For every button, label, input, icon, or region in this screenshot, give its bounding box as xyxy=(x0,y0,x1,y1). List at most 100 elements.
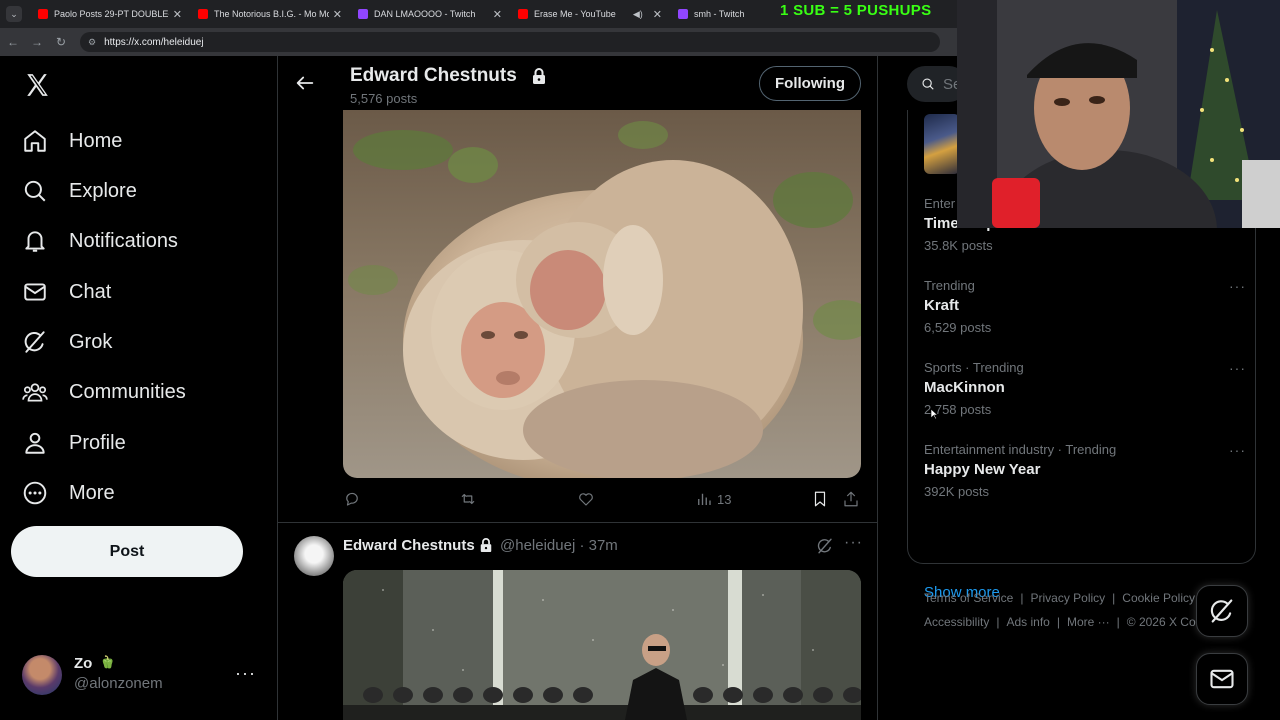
reload-icon[interactable]: ↻ xyxy=(50,35,72,49)
posts-count: 5,576 posts xyxy=(350,91,418,106)
browser-address-bar: ← → ↻ ⚙ https://x.com/heleiduej xyxy=(0,28,958,56)
views-count: 13 xyxy=(717,491,732,507)
browser-tab[interactable]: smh - Twitch xyxy=(670,0,780,28)
like-button[interactable] xyxy=(577,490,595,508)
back-icon[interactable]: ← xyxy=(2,35,24,49)
heart-icon xyxy=(579,493,593,506)
sidebar-item-notifications[interactable]: Notifications xyxy=(22,221,178,261)
views-button[interactable]: 13 xyxy=(695,490,731,508)
bookmark-button[interactable] xyxy=(811,490,829,508)
youtube-favicon-icon xyxy=(38,9,48,19)
trend-title: Kraft xyxy=(924,297,960,314)
following-button[interactable]: Following xyxy=(759,66,861,101)
tweet-image-monkeys[interactable] xyxy=(343,110,861,478)
share-icon xyxy=(844,491,858,507)
twitch-favicon-icon xyxy=(678,9,688,19)
protected-lock-icon xyxy=(533,68,545,84)
grok-icon xyxy=(1210,599,1233,623)
footer-link-terms[interactable]: Terms of Service xyxy=(924,591,1013,605)
trend-item[interactable]: Trending Kraft 6,529 posts ··· xyxy=(924,278,1254,335)
grok-fab-button[interactable] xyxy=(1196,585,1248,637)
sidebar-item-home[interactable]: Home xyxy=(22,121,122,161)
sub-pushups-banner: 1 SUB = 5 PUSHUPS xyxy=(780,2,932,19)
footer-copyright: © 2026 X Cor xyxy=(1126,615,1200,629)
browser-tab[interactable]: The Notorious B.I.G. - Mo Mone ✕ xyxy=(190,0,350,28)
trend-count: 2,758 posts xyxy=(924,402,992,417)
share-button[interactable] xyxy=(842,490,860,508)
bell-icon xyxy=(25,231,45,252)
sidebar-item-label: Profile xyxy=(69,431,126,454)
back-arrow-icon[interactable] xyxy=(294,72,316,94)
profile-header: Edward Chestnuts 5,576 posts Following xyxy=(278,56,877,110)
more-dots-icon[interactable]: ··· xyxy=(1229,360,1246,376)
account-switcher[interactable]: Zo 🫑 @alonzonem ··· xyxy=(22,653,262,697)
sidebar-item-more[interactable]: More xyxy=(22,473,115,513)
close-tab-icon[interactable]: ✕ xyxy=(333,8,342,21)
tab-title: The Notorious B.I.G. - Mo Mone xyxy=(214,9,329,19)
close-tab-icon[interactable]: ✕ xyxy=(173,8,182,21)
footer-link-more[interactable]: More ··· xyxy=(1067,615,1110,629)
footer-link-privacy[interactable]: Privacy Policy xyxy=(1030,591,1105,605)
forward-icon[interactable]: → xyxy=(26,35,48,49)
footer-link-ads-info[interactable]: Ads info xyxy=(1006,615,1049,629)
page-title: Edward Chestnuts xyxy=(350,65,517,86)
trend-title: MacKinnon xyxy=(924,379,1005,396)
sidebar-item-communities[interactable]: Communities xyxy=(22,372,186,412)
sidebar-item-profile[interactable]: Profile xyxy=(22,423,126,463)
more-dots-icon[interactable]: ··· xyxy=(844,534,863,552)
close-tab-icon[interactable]: ✕ xyxy=(493,8,502,21)
sidebar-item-label: Communities xyxy=(69,380,186,403)
sidebar-item-label: Chat xyxy=(69,280,112,303)
more-circle-icon xyxy=(23,481,47,505)
youtube-favicon-icon xyxy=(198,9,208,19)
footer-link-accessibility[interactable]: Accessibility xyxy=(924,615,989,629)
monkeys-photo xyxy=(343,110,861,478)
views-chart-icon xyxy=(698,493,711,505)
trend-count: 6,529 posts xyxy=(924,320,992,335)
trend-thumbnail[interactable] xyxy=(924,114,960,174)
tweet-author-name[interactable]: Edward Chestnuts xyxy=(343,537,475,554)
trend-count: 35.8K posts xyxy=(924,238,993,253)
tweet-time: · 37m xyxy=(579,537,618,554)
trend-count: 392K posts xyxy=(924,484,990,499)
avatar[interactable] xyxy=(294,536,334,576)
reply-button[interactable] xyxy=(343,490,361,508)
tweet-author-handle[interactable]: @heleiduej · 37m xyxy=(500,537,618,554)
browser-tab[interactable]: Paolo Posts 29-PT DOUBLE-DO ✕ xyxy=(30,0,190,28)
reply-icon xyxy=(346,492,358,506)
more-dots-icon[interactable]: ··· xyxy=(1229,442,1246,458)
more-dots-icon[interactable]: ··· xyxy=(235,663,256,684)
trend-category: Trending xyxy=(924,278,975,293)
tab-title: Erase Me - YouTube xyxy=(534,9,616,19)
footer-link-cookie[interactable]: Cookie Policy xyxy=(1122,591,1195,605)
grok-icon[interactable] xyxy=(816,537,834,555)
tab-title: smh - Twitch xyxy=(694,9,745,19)
trend-item[interactable]: Sports · Trending MacKinnon 2,758 posts … xyxy=(924,360,1254,417)
site-info-icon[interactable]: ⚙ xyxy=(88,37,96,48)
tab-search-icon[interactable]: ⌄ xyxy=(6,6,22,22)
home-icon xyxy=(24,130,46,152)
close-tab-icon[interactable]: ✕ xyxy=(653,8,662,21)
avatar xyxy=(22,655,62,695)
browser-tab[interactable]: DAN LMAOOOO - Twitch ✕ xyxy=(350,0,510,28)
sidebar-item-grok[interactable]: Grok xyxy=(22,322,112,362)
more-dots-icon[interactable]: ··· xyxy=(1229,278,1246,294)
repost-button[interactable] xyxy=(459,490,477,508)
url-text: https://x.com/heleiduej xyxy=(104,36,204,48)
sidebar-item-explore[interactable]: Explore xyxy=(22,171,137,211)
sidebar-item-chat[interactable]: Chat xyxy=(22,272,111,312)
left-sidebar: Home Explore Notifications Chat Grok Com… xyxy=(0,56,277,720)
trend-title: Happy New Year xyxy=(924,461,1041,478)
trend-item[interactable]: Entertainment industry · Trending Happy … xyxy=(924,442,1254,499)
browser-tab[interactable]: Erase Me - YouTube ◀) ✕ xyxy=(510,0,670,28)
messages-fab-button[interactable] xyxy=(1196,653,1248,705)
url-field[interactable]: ⚙ https://x.com/heleiduej xyxy=(80,32,940,52)
sidebar-item-label: Notifications xyxy=(69,229,178,252)
mail-icon xyxy=(1210,669,1234,689)
x-logo-icon[interactable] xyxy=(24,70,50,100)
mail-icon xyxy=(24,283,46,301)
speaker-icon[interactable]: ◀) xyxy=(633,9,643,20)
trend-category: Entertainment industry · Trending xyxy=(924,442,1117,457)
tweet-image-matrix[interactable] xyxy=(343,570,861,720)
post-button[interactable]: Post xyxy=(11,526,243,577)
